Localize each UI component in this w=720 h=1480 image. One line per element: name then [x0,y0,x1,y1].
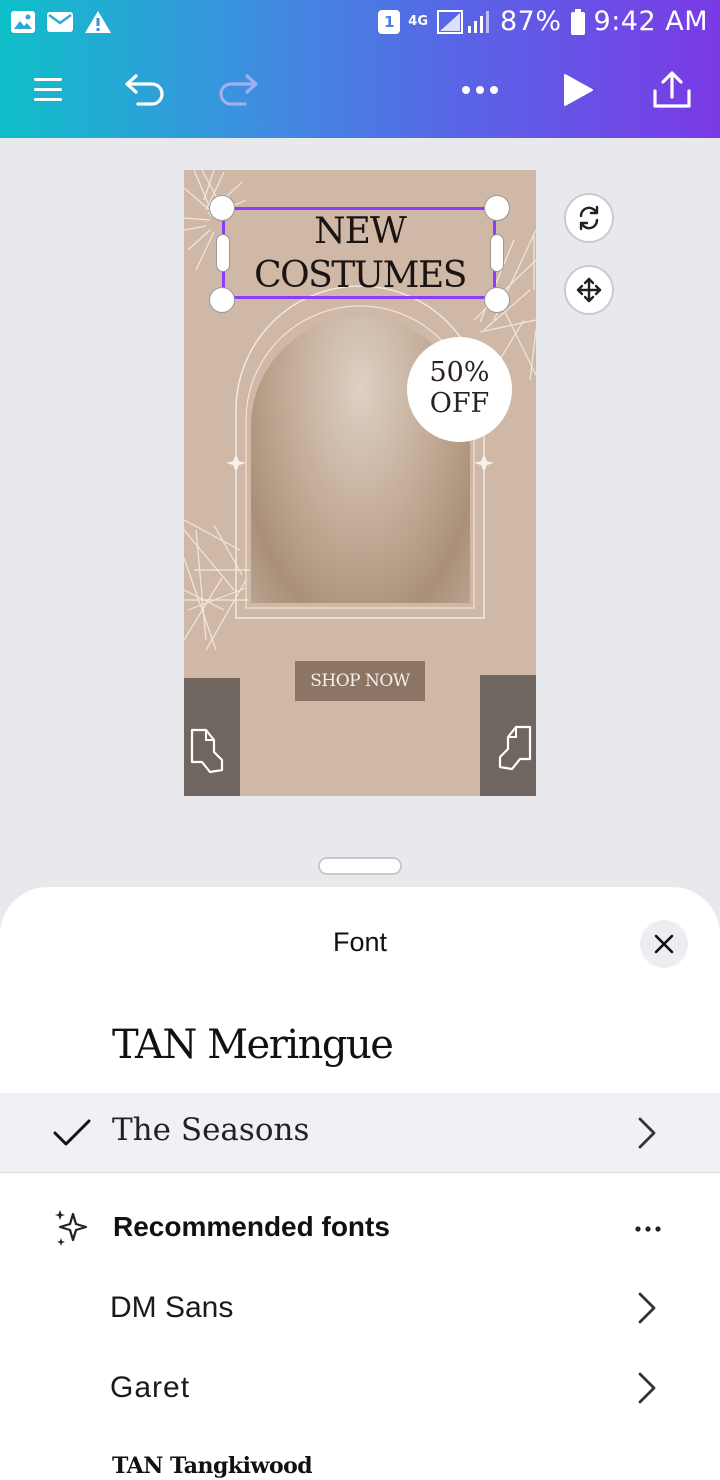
font-option-label: DM Sans [110,1291,234,1324]
design-page[interactable]: NEW COSTUMES 50% OFF SHOP NOW [184,170,536,796]
chevron-right-icon [638,1372,656,1404]
clock: 9:42 AM [593,6,708,37]
more-options-button[interactable] [452,62,508,118]
resize-handle-top-left[interactable] [209,195,235,221]
close-button[interactable] [640,920,688,968]
signal-icon [437,9,489,34]
font-option-brand[interactable]: TAN Meringue [112,1022,394,1068]
font-sheet: Font TAN Meringue The Seasons Recommende… [0,887,720,1480]
more-dots-icon [462,86,498,94]
checkmark-icon [53,1119,91,1146]
badge-line-1: 50% [429,357,490,388]
play-icon [564,74,593,106]
play-button[interactable] [550,62,606,118]
headline-line-2: COSTUMES [254,255,467,296]
page-corner-icon [498,725,532,771]
warning-icon [85,11,111,33]
recommended-more-button[interactable] [628,1209,668,1249]
move-button[interactable] [564,265,614,315]
close-icon [654,934,674,954]
sheet-drag-handle[interactable] [318,857,402,875]
gallery-icon [11,11,35,33]
undo-icon [125,74,164,106]
undo-button[interactable] [117,62,173,118]
resize-handle-bottom-left[interactable] [209,287,235,313]
resize-handle-bottom-right[interactable] [484,287,510,313]
redo-button[interactable] [210,62,266,118]
page-corner-icon [190,728,224,774]
sheet-title: Font [332,927,388,957]
app-header: 1 4G 87% 9:42 AM [0,0,720,138]
redo-icon [219,74,258,106]
headline-line-1: NEW [314,211,407,252]
right-corner-box[interactable] [480,675,536,796]
sparkle-icon [55,1210,88,1246]
left-corner-box[interactable] [184,678,240,796]
shop-now-button[interactable]: SHOP NOW [295,661,425,701]
badge-line-2: OFF [429,388,490,419]
recommended-fonts-title: Recommended fonts [113,1211,390,1242]
share-upload-icon [653,71,691,108]
hamburger-menu-icon [34,78,62,101]
menu-button[interactable] [20,62,76,118]
resize-handle-top-right[interactable] [484,195,510,221]
sim-slot-badge: 1 [378,9,401,34]
more-dots-icon [635,1226,661,1232]
chevron-right-icon [638,1292,656,1324]
font-option-row[interactable]: Garet [0,1353,720,1423]
font-option-selected[interactable]: The Seasons [0,1093,720,1173]
rotate-icon [579,205,599,231]
status-bar: 1 4G 87% 9:42 AM [0,0,720,50]
font-option-row[interactable]: DM Sans [0,1273,720,1343]
status-right: 1 4G 87% 9:42 AM [378,6,708,37]
share-button[interactable] [644,62,700,118]
resize-handle-right[interactable] [490,234,504,272]
chevron-right-icon [638,1117,656,1149]
network-type: 4G [408,14,428,29]
font-option-label: Garet [110,1371,191,1404]
font-option-partial[interactable]: TAN Tangkiwood [112,1453,313,1479]
selected-font-label: The Seasons [112,1112,310,1148]
email-icon [47,12,73,32]
headline-text[interactable]: NEW COSTUMES [224,210,496,298]
resize-handle-left[interactable] [216,234,230,272]
battery-percent: 87% [500,6,562,37]
notification-icons [10,10,112,34]
rotate-button[interactable] [564,193,614,243]
battery-icon [570,8,585,35]
discount-badge[interactable]: 50% OFF [407,337,512,442]
move-arrows-icon [576,277,602,303]
